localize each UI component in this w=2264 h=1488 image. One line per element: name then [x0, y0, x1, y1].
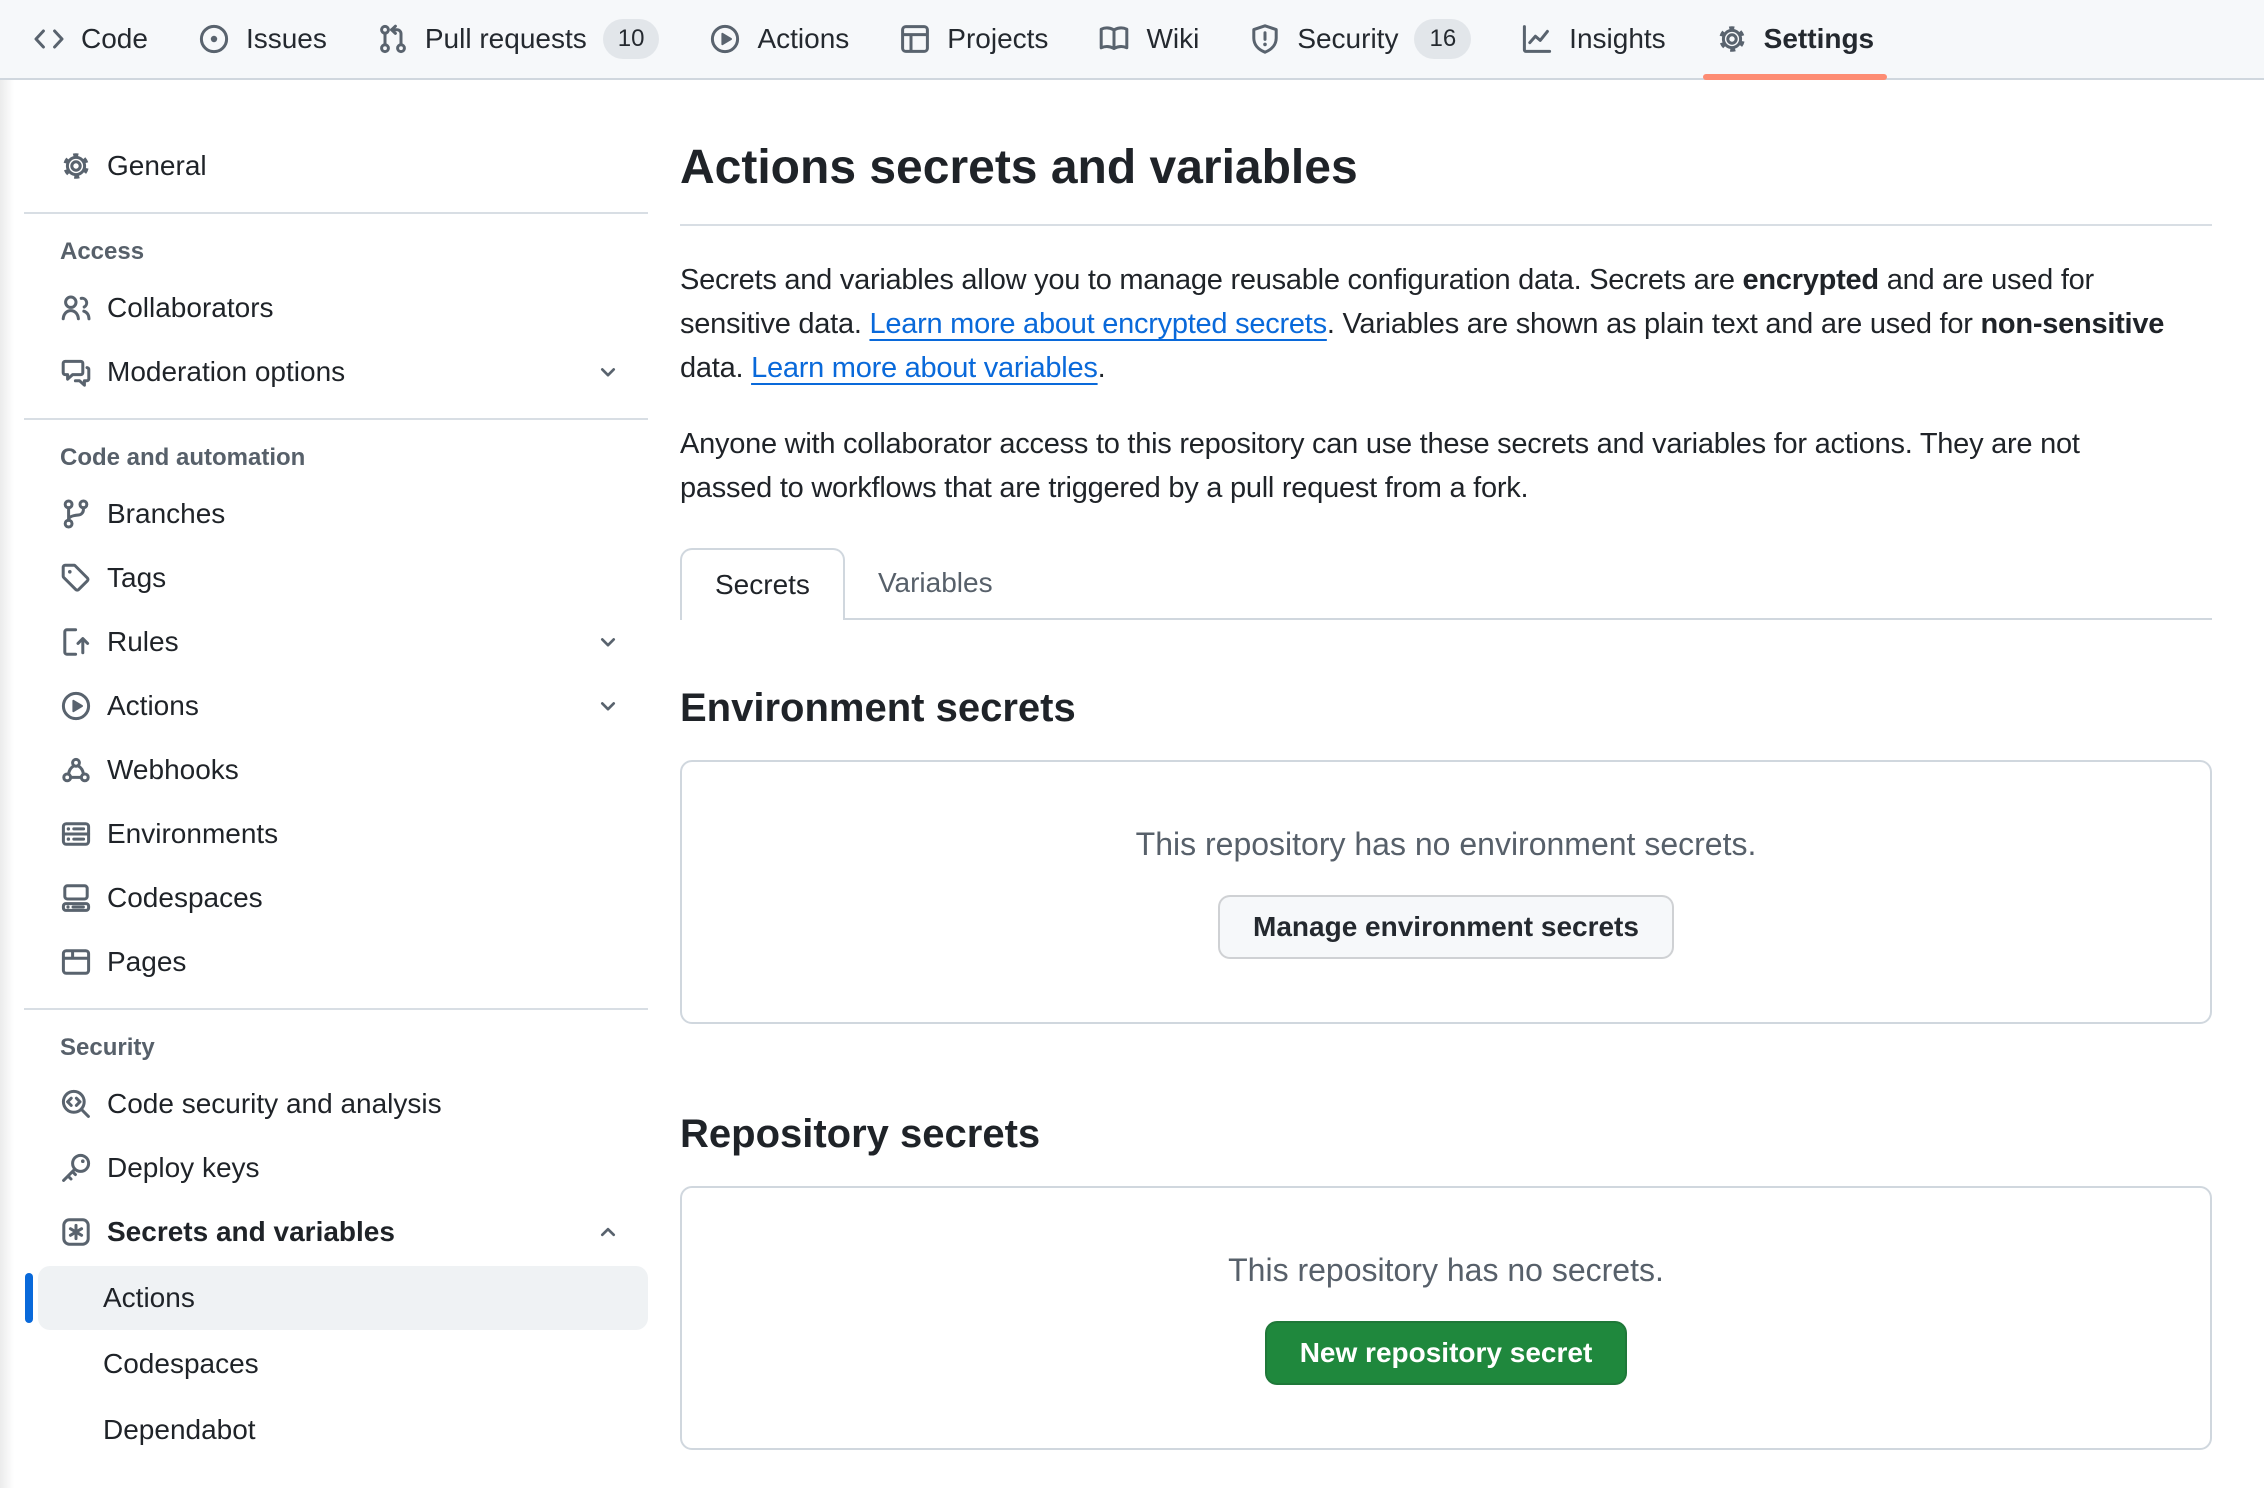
sidebar-divider — [24, 418, 648, 420]
pull-requests-count-badge: 10 — [603, 19, 660, 59]
git-branch-icon — [60, 498, 92, 530]
sidebar-item-environments[interactable]: Environments — [24, 802, 648, 866]
page-title: Actions secrets and variables — [680, 140, 2212, 226]
issue-opened-icon — [198, 23, 230, 55]
sidebar-section-access: Access — [24, 228, 648, 276]
repo-tab-nav: Code Issues Pull requests 10 Actions Pro… — [0, 0, 2264, 80]
browser-icon — [60, 946, 92, 978]
people-icon — [60, 292, 92, 324]
codespaces-icon — [60, 882, 92, 914]
tab-pull-requests[interactable]: Pull requests 10 — [352, 0, 685, 78]
sidebar-divider — [24, 1008, 648, 1010]
chevron-down-icon — [596, 630, 620, 654]
shield-icon — [1249, 23, 1281, 55]
tab-projects[interactable]: Projects — [874, 0, 1073, 78]
tab-label: Projects — [947, 23, 1048, 55]
webhook-icon — [60, 754, 92, 786]
tab-settings[interactable]: Settings — [1691, 0, 1899, 78]
sidebar-item-moderation-options[interactable]: Moderation options — [24, 340, 648, 404]
code-icon — [33, 23, 65, 55]
sidebar-item-deploy-keys[interactable]: Deploy keys — [24, 1136, 648, 1200]
tab-variables[interactable]: Variables — [845, 548, 1026, 618]
tab-label: Wiki — [1146, 23, 1199, 55]
tab-wiki[interactable]: Wiki — [1073, 0, 1224, 78]
sidebar-item-collaborators[interactable]: Collaborators — [24, 276, 648, 340]
key-asterisk-icon — [60, 1216, 92, 1248]
git-pull-request-icon — [377, 23, 409, 55]
rules-icon — [60, 626, 92, 658]
sidebar-item-tags[interactable]: Tags — [24, 546, 648, 610]
tab-label: Issues — [246, 23, 327, 55]
sidebar-item-branches[interactable]: Branches — [24, 482, 648, 546]
tab-label: Security — [1297, 23, 1398, 55]
sidebar-item-general[interactable]: General — [24, 134, 648, 198]
sidebar-section-security: Security — [24, 1024, 648, 1072]
repository-secrets-empty-text: This repository has no secrets. — [1228, 1252, 1664, 1289]
book-icon — [1098, 23, 1130, 55]
tab-code[interactable]: Code — [8, 0, 173, 78]
chevron-down-icon — [596, 360, 620, 384]
environment-secrets-empty-text: This repository has no environment secre… — [1136, 826, 1757, 863]
play-icon — [709, 23, 741, 55]
sidebar-section-code-and-automation: Code and automation — [24, 434, 648, 482]
tab-actions[interactable]: Actions — [684, 0, 874, 78]
left-edge-shadow — [0, 80, 14, 1488]
server-icon — [60, 818, 92, 850]
link-learn-more-encrypted-secrets[interactable]: Learn more about encrypted secrets — [869, 308, 1326, 340]
sidebar-item-rules[interactable]: Rules — [24, 610, 648, 674]
sidebar-subitem-actions[interactable]: Actions — [38, 1266, 648, 1330]
sidebar-item-code-security-and-analysis[interactable]: Code security and analysis — [24, 1072, 648, 1136]
link-learn-more-variables[interactable]: Learn more about variables — [751, 352, 1098, 384]
sidebar-item-secrets-and-variables[interactable]: Secrets and variables — [24, 1200, 648, 1264]
secrets-variables-tabnav: Secrets Variables — [680, 548, 2212, 620]
sidebar-item-webhooks[interactable]: Webhooks — [24, 738, 648, 802]
tab-label: Insights — [1569, 23, 1666, 55]
intro-paragraph: Secrets and variables allow you to manag… — [680, 258, 2212, 390]
tab-label: Settings — [1764, 23, 1874, 55]
tab-insights[interactable]: Insights — [1496, 0, 1691, 78]
tab-label: Code — [81, 23, 148, 55]
sidebar-item-pages[interactable]: Pages — [24, 930, 648, 994]
tag-icon — [60, 562, 92, 594]
gear-icon — [60, 150, 92, 182]
repository-settings-page: Code Issues Pull requests 10 Actions Pro… — [0, 0, 2264, 1488]
manage-environment-secrets-button[interactable]: Manage environment secrets — [1218, 895, 1674, 959]
environment-secrets-heading: Environment secrets — [680, 684, 2212, 732]
tab-label: Actions — [757, 23, 849, 55]
chevron-down-icon — [596, 694, 620, 718]
settings-sidebar: General Access Collaborators Moderation … — [24, 80, 648, 1464]
collaborator-access-paragraph: Anyone with collaborator access to this … — [680, 422, 2212, 510]
sidebar-item-codespaces[interactable]: Codespaces — [24, 866, 648, 930]
graph-icon — [1521, 23, 1553, 55]
tab-security[interactable]: Security 16 — [1224, 0, 1496, 78]
environment-secrets-empty-box: This repository has no environment secre… — [680, 760, 2212, 1024]
comment-discussion-icon — [60, 356, 92, 388]
table-icon — [899, 23, 931, 55]
sidebar-item-actions[interactable]: Actions — [24, 674, 648, 738]
sidebar-subitem-dependabot[interactable]: Dependabot — [38, 1398, 648, 1462]
tab-label: Pull requests — [425, 23, 587, 55]
main-content: Actions secrets and variables Secrets an… — [680, 80, 2212, 1450]
repository-secrets-empty-box: This repository has no secrets. New repo… — [680, 1186, 2212, 1450]
gear-icon — [1716, 23, 1748, 55]
sidebar-divider — [24, 212, 648, 214]
key-icon — [60, 1152, 92, 1184]
play-icon — [60, 690, 92, 722]
repository-secrets-heading: Repository secrets — [680, 1110, 2212, 1158]
sidebar-subitem-codespaces[interactable]: Codespaces — [38, 1332, 648, 1396]
tab-secrets[interactable]: Secrets — [680, 548, 845, 620]
chevron-up-icon — [596, 1220, 620, 1244]
tab-issues[interactable]: Issues — [173, 0, 352, 78]
new-repository-secret-button[interactable]: New repository secret — [1265, 1321, 1628, 1385]
codescan-icon — [60, 1088, 92, 1120]
security-count-badge: 16 — [1414, 19, 1471, 59]
